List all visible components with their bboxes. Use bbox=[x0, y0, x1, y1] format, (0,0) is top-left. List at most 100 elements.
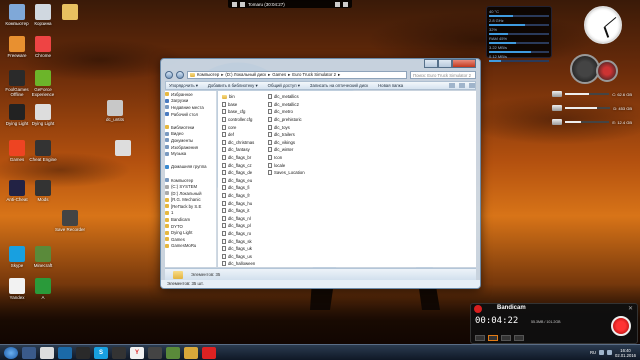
minimize-icon[interactable] bbox=[335, 1, 340, 7]
start-button[interactable] bbox=[4, 346, 18, 359]
file-item[interactable]: bin bbox=[222, 93, 255, 101]
view-options-icon[interactable] bbox=[449, 83, 455, 88]
file-item[interactable]: dlc_flags_br bbox=[222, 154, 255, 162]
share-button[interactable]: Общий доступ ▾ bbox=[268, 83, 300, 89]
taskbar-media-icon[interactable] bbox=[40, 346, 54, 359]
bandicam-window[interactable]: Bandicam ✕ 00:04:22 55.3MB / 101.2GB bbox=[470, 303, 638, 344]
taskbar-steam-icon[interactable] bbox=[76, 346, 90, 359]
nav-item[interactable]: [ReПack by S.E bbox=[165, 203, 216, 210]
breadcrumb-drive[interactable]: (D:) Локальный диск bbox=[225, 72, 266, 77]
file-item[interactable]: dlc_christmas bbox=[222, 139, 255, 147]
file-item[interactable]: dlc_flags_sk bbox=[222, 237, 255, 245]
file-item[interactable]: dlc_flags_us bbox=[222, 252, 255, 260]
close-icon[interactable] bbox=[343, 1, 348, 7]
file-item[interactable]: locale bbox=[268, 161, 305, 169]
nav-item[interactable]: Библиотеки bbox=[165, 124, 216, 131]
file-item[interactable]: base bbox=[222, 101, 255, 109]
taskbar-folder-icon[interactable] bbox=[184, 346, 198, 359]
language-indicator[interactable]: RU bbox=[590, 350, 596, 355]
close-icon[interactable]: ✕ bbox=[628, 305, 633, 312]
file-item[interactable]: dlc_metro bbox=[268, 108, 305, 116]
taskbar-skype-icon[interactable]: S bbox=[94, 346, 108, 359]
file-item[interactable]: dlc_flags_nl bbox=[222, 215, 255, 223]
file-item[interactable]: Icon bbox=[268, 154, 305, 162]
file-item[interactable]: dlc_metallic2 bbox=[268, 101, 305, 109]
device-mode-icon[interactable] bbox=[514, 335, 524, 341]
desktop-icon[interactable]: Minecraft bbox=[28, 246, 58, 268]
maximize-button[interactable] bbox=[438, 59, 452, 68]
file-item[interactable]: base_cfg bbox=[222, 108, 255, 116]
explorer-window[interactable]: Компьютер ▸ (D:) Локальный диск ▸ Games … bbox=[160, 58, 481, 289]
desktop-icon[interactable] bbox=[55, 4, 85, 21]
file-item[interactable]: dlc_flags_pl bbox=[222, 222, 255, 230]
nav-item[interactable]: Games bbox=[165, 236, 216, 243]
desktop-icon[interactable]: Dying Light bbox=[28, 104, 58, 126]
breadcrumb-computer[interactable]: Компьютер bbox=[197, 72, 219, 77]
file-item[interactable]: dlc_fantasy bbox=[222, 146, 255, 154]
desktop-icon[interactable]: GeForce Experience bbox=[28, 70, 58, 97]
nav-item[interactable]: (C:) SYSTEM bbox=[165, 183, 216, 190]
nav-item[interactable]: Компьютер bbox=[165, 177, 216, 184]
desktop-icon[interactable]: Save Recorder bbox=[55, 210, 85, 232]
back-button[interactable] bbox=[165, 70, 173, 79]
taskbar-minecraft-icon[interactable] bbox=[166, 346, 180, 359]
minimize-button[interactable] bbox=[424, 59, 438, 68]
nav-item[interactable]: DYTO bbox=[165, 223, 216, 230]
desktop-icon[interactable]: Mods bbox=[28, 180, 58, 202]
burn-button[interactable]: Записать на оптический диск bbox=[310, 83, 368, 88]
nav-item[interactable]: Рабочий стол bbox=[165, 111, 216, 118]
nav-item[interactable]: GamesMoRu bbox=[165, 243, 216, 250]
taskbar-game-icon[interactable] bbox=[112, 346, 126, 359]
file-item[interactable]: dlc_halloween bbox=[222, 260, 255, 267]
desktop-icon[interactable] bbox=[108, 140, 138, 157]
file-item[interactable]: dlc_prehistoric bbox=[268, 116, 305, 124]
file-item[interactable]: dlc_trailers bbox=[268, 131, 305, 139]
network-icon[interactable] bbox=[599, 350, 605, 355]
taskbar-bandicam-icon[interactable] bbox=[202, 346, 216, 359]
desktop-icon[interactable]: Корзина bbox=[28, 4, 58, 26]
nav-item[interactable]: Bandicam bbox=[165, 216, 216, 223]
address-bar[interactable]: Компьютер ▸ (D:) Локальный диск ▸ Games … bbox=[187, 70, 407, 79]
forward-button[interactable] bbox=[176, 70, 184, 79]
file-item[interactable]: dlc_vikings bbox=[268, 139, 305, 147]
nav-item[interactable]: Избранное bbox=[165, 91, 216, 98]
nav-item[interactable]: Документы bbox=[165, 137, 216, 144]
nav-item[interactable]: Изображения bbox=[165, 144, 216, 151]
help-icon[interactable] bbox=[469, 83, 475, 88]
home-icon[interactable] bbox=[475, 335, 485, 341]
add-to-library-button[interactable]: Добавить в библиотеку ▾ bbox=[208, 83, 258, 89]
file-item[interactable]: controller.cfg bbox=[222, 116, 255, 124]
desktop-icon[interactable]: A bbox=[28, 278, 58, 300]
nav-item[interactable]: (D:) Локальный bbox=[165, 190, 216, 197]
file-item[interactable]: def bbox=[222, 131, 255, 139]
record-button[interactable] bbox=[611, 316, 631, 336]
file-item[interactable]: dlc_flags_fr bbox=[222, 192, 255, 200]
file-item[interactable]: dlc_flags_it bbox=[222, 207, 255, 215]
file-item[interactable]: dlc_flags_hu bbox=[222, 199, 255, 207]
taskbar-explorer-icon[interactable] bbox=[22, 346, 36, 359]
nav-item[interactable]: Музыка bbox=[165, 150, 216, 157]
organize-button[interactable]: Упорядочить ▾ bbox=[169, 83, 198, 89]
file-item[interactable]: Saves_Location bbox=[268, 169, 305, 177]
nav-item[interactable]: Недавние места bbox=[165, 104, 216, 111]
nav-item[interactable]: Домашняя группа bbox=[165, 164, 216, 171]
fullscreen-mode-icon[interactable] bbox=[501, 335, 511, 341]
preview-pane-icon[interactable] bbox=[459, 83, 465, 88]
nav-item[interactable]: Видео bbox=[165, 131, 216, 138]
desktop-icon[interactable]: dc_untits bbox=[100, 100, 130, 122]
taskbar-settings-icon[interactable] bbox=[148, 346, 162, 359]
nav-item[interactable]: Dying Light bbox=[165, 229, 216, 236]
file-item[interactable]: dlc_flags_ro bbox=[222, 230, 255, 238]
screen-mode-icon[interactable] bbox=[488, 335, 498, 341]
file-item[interactable]: dlc_flags_cz bbox=[222, 161, 255, 169]
new-folder-button[interactable]: Новая папка bbox=[378, 83, 403, 88]
search-input[interactable]: Поиск: Euro Truck Simulator 2 bbox=[410, 70, 476, 79]
taskbar-windows-icon[interactable] bbox=[58, 346, 72, 359]
close-button[interactable] bbox=[452, 59, 476, 68]
tray-clock[interactable]: 16:40 02.01.2016 bbox=[615, 348, 636, 358]
nav-item[interactable]: Загрузки bbox=[165, 98, 216, 105]
file-item[interactable]: dlc_flags_uk bbox=[222, 245, 255, 253]
taskbar-yandex-icon[interactable]: Y bbox=[130, 346, 144, 359]
file-item[interactable]: dlc_flags_fi bbox=[222, 184, 255, 192]
file-item[interactable]: core bbox=[222, 123, 255, 131]
